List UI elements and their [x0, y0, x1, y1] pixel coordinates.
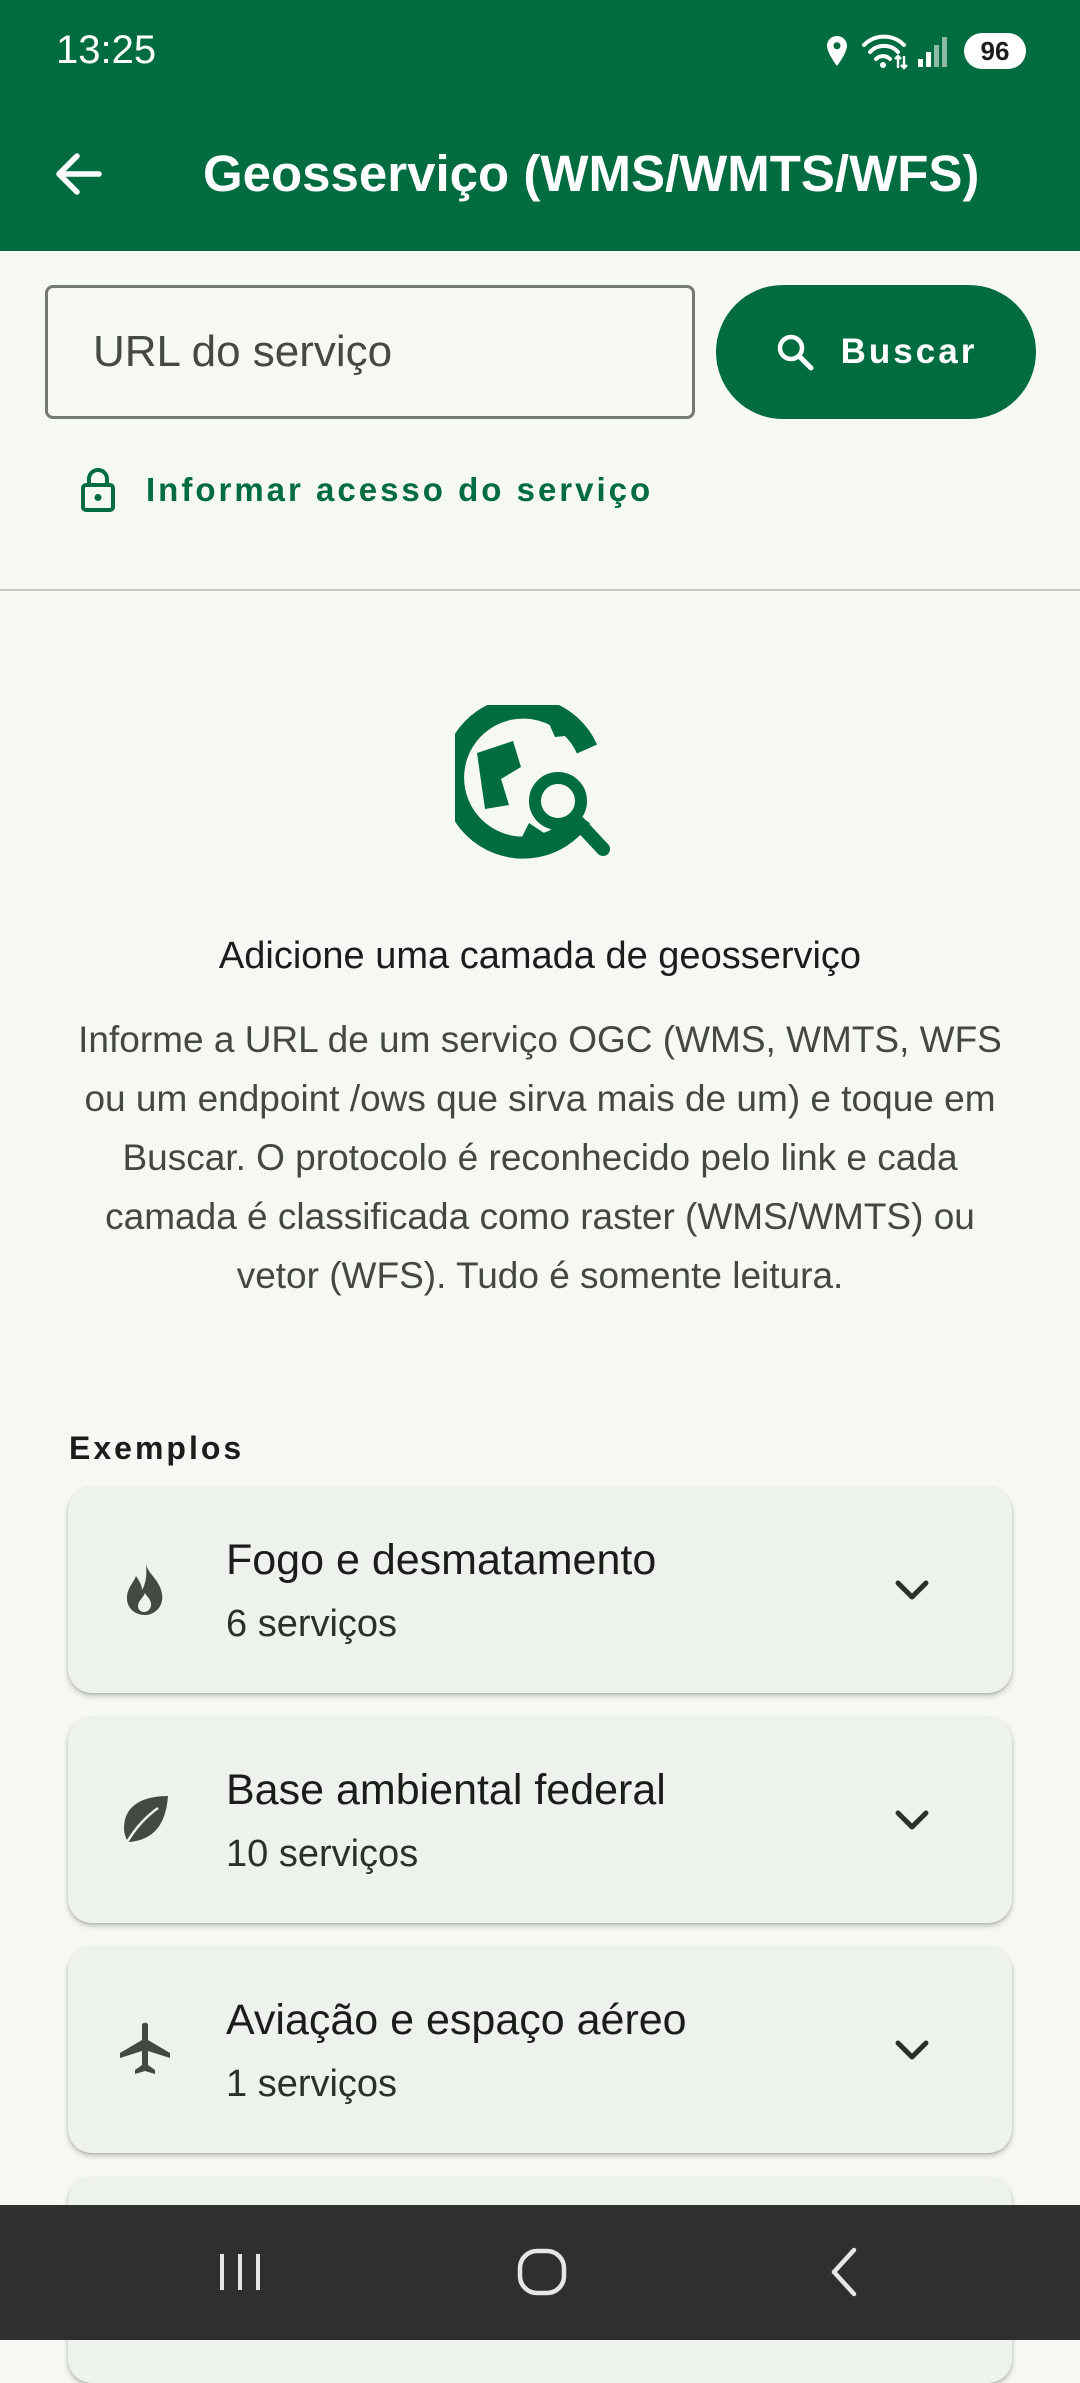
home-button[interactable] — [482, 2227, 602, 2317]
airplane-icon — [120, 2022, 170, 2074]
wifi-icon — [860, 32, 908, 70]
home-icon — [517, 2248, 567, 2296]
empty-state-description: Informe a URL de um serviço OGC (WMS, WM… — [78, 1019, 1002, 1296]
fire-icon — [126, 1564, 163, 1615]
search-button[interactable]: Buscar — [716, 285, 1036, 419]
globe-search-icon — [455, 705, 610, 859]
category-subtitle: 6 serviços — [226, 1603, 398, 1645]
chevron-down-icon[interactable] — [890, 1568, 934, 1612]
search-icon — [777, 334, 814, 371]
divider — [0, 589, 1080, 591]
search-button-label: Buscar — [840, 332, 978, 371]
back-nav-button[interactable] — [784, 2227, 904, 2317]
category-subtitle: 10 serviços — [226, 1833, 419, 1875]
system-nav-bar — [0, 2205, 1080, 2340]
recents-icon — [220, 2254, 260, 2290]
access-link-label: Informar acesso do serviço — [146, 471, 654, 508]
app-bar: 13:25 96 Geosserviço (WMS/WMTS/WFS) — [0, 0, 1080, 251]
category-card-fire[interactable]: Fogo e desmatamento 6 serviços — [68, 1487, 1012, 1693]
examples-label: Exemplos — [69, 1430, 245, 1466]
chevron-down-icon[interactable] — [890, 2028, 934, 2072]
url-input[interactable] — [93, 327, 692, 377]
lock-icon — [81, 468, 115, 512]
status-icons: 96 — [822, 29, 1026, 73]
back-nav-icon — [831, 2247, 857, 2297]
page-title: Geosserviço (WMS/WMTS/WFS) — [203, 145, 980, 202]
back-button[interactable] — [38, 134, 118, 214]
recents-button[interactable] — [180, 2227, 300, 2317]
signal-icon — [916, 33, 952, 69]
category-subtitle: 1 serviços — [226, 2063, 398, 2105]
location-icon — [822, 33, 852, 69]
category-title: Aviação e espaço aéreo — [226, 1996, 687, 2044]
arrow-back-icon — [56, 153, 102, 195]
leaf-icon — [124, 1796, 168, 1845]
service-access-link[interactable]: Informar acesso do serviço — [80, 460, 653, 520]
category-title: Fogo e desmatamento — [226, 1536, 657, 1584]
battery-indicator: 96 — [964, 33, 1026, 69]
category-card-aviation[interactable]: Aviação e espaço aéreo 1 serviços — [68, 1947, 1012, 2153]
chevron-down-icon[interactable] — [890, 1798, 934, 1842]
category-title: Base ambiental federal — [226, 1766, 666, 1814]
status-time: 13:25 — [56, 28, 157, 72]
empty-state-title: Adicione uma camada de geosserviço — [218, 935, 862, 977]
url-field[interactable] — [45, 285, 695, 419]
category-card-environment[interactable]: Base ambiental federal 10 serviços — [68, 1717, 1012, 1923]
